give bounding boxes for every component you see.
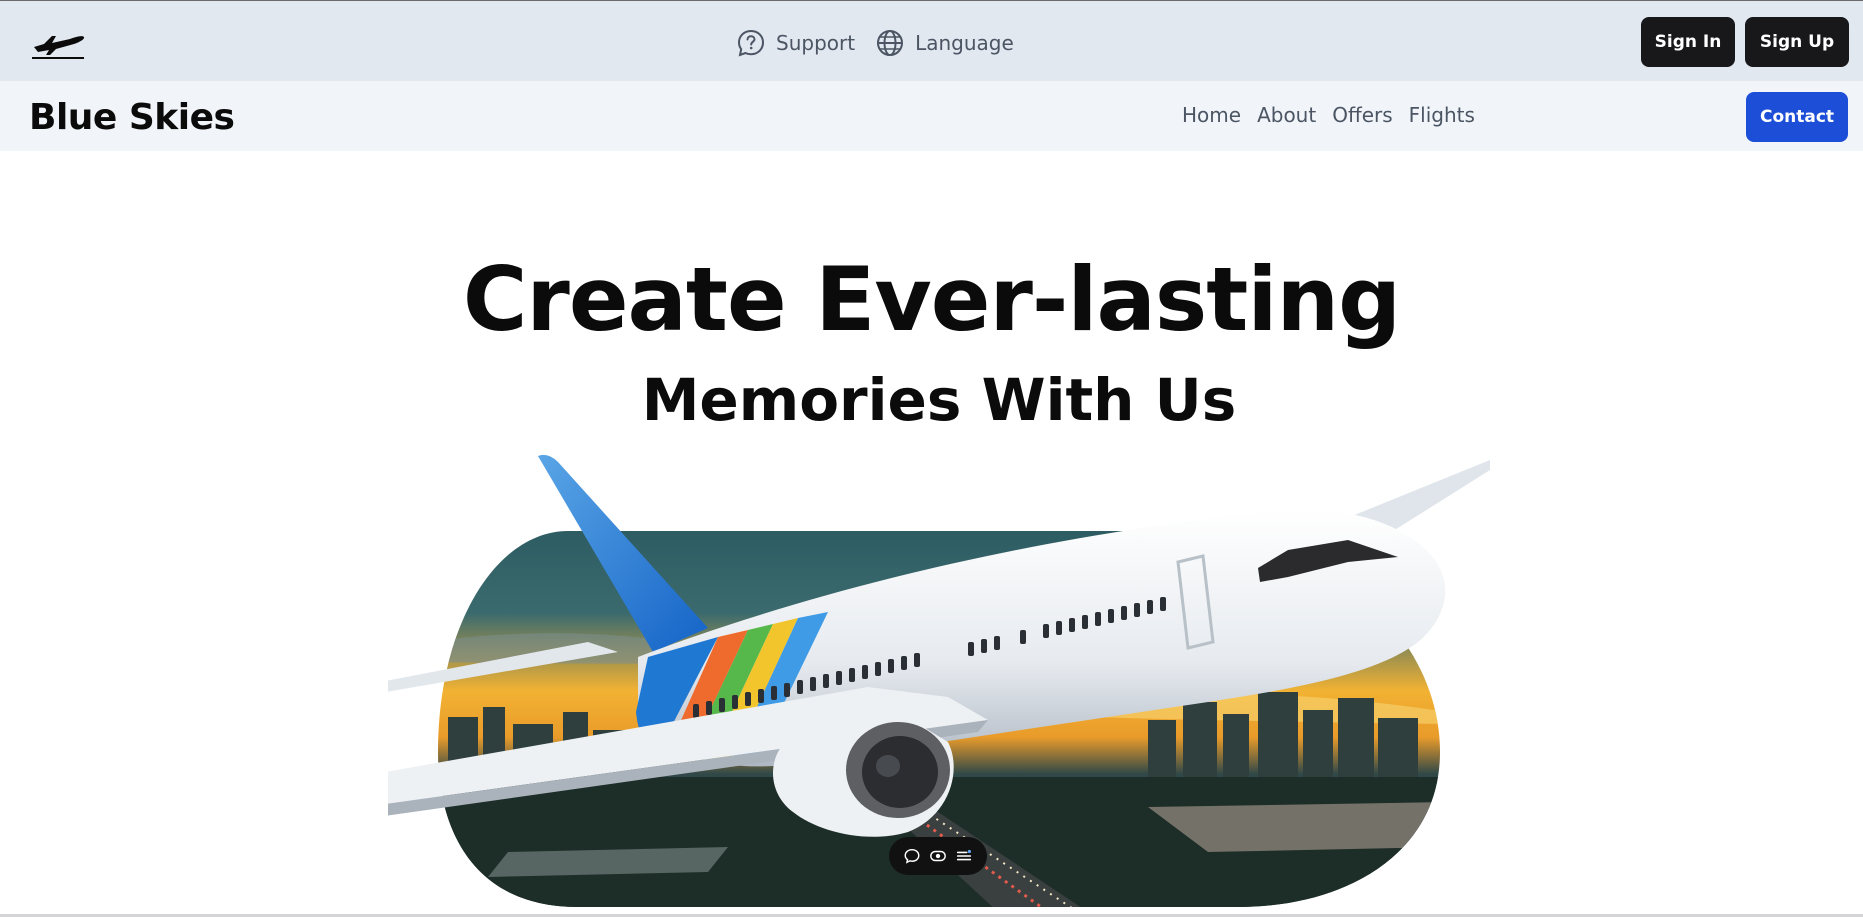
airplane-logo-icon[interactable] bbox=[30, 27, 86, 61]
nav-links: Home About Offers Flights bbox=[1182, 103, 1475, 127]
chat-icon[interactable] bbox=[902, 846, 922, 866]
nav-link-offers[interactable]: Offers bbox=[1332, 103, 1392, 127]
contact-button[interactable]: Contact bbox=[1746, 92, 1848, 142]
floating-toolbar bbox=[889, 837, 987, 875]
sign-in-button[interactable]: Sign In bbox=[1641, 17, 1735, 67]
main-navbar: Blue Skies Home About Offers Flights Con… bbox=[0, 81, 1863, 151]
nav-link-flights[interactable]: Flights bbox=[1409, 103, 1475, 127]
menu-icon[interactable] bbox=[954, 846, 974, 866]
support-label: Support bbox=[776, 31, 856, 55]
hero-title: Create Ever-lasting bbox=[462, 248, 1401, 351]
eye-icon[interactable] bbox=[928, 846, 948, 866]
hero-subtitle: Memories With Us bbox=[641, 366, 1237, 434]
support-link[interactable]: Support bbox=[736, 28, 855, 58]
nav-link-about[interactable]: About bbox=[1257, 103, 1316, 127]
globe-icon bbox=[877, 30, 904, 56]
question-bubble-icon bbox=[737, 29, 765, 57]
brand-name[interactable]: Blue Skies bbox=[29, 97, 235, 138]
nav-link-home[interactable]: Home bbox=[1182, 103, 1241, 127]
top-utility-bar: Support Language Sign In Sign Up bbox=[0, 0, 1863, 81]
language-link[interactable]: Language bbox=[875, 28, 1014, 58]
language-label: Language bbox=[915, 31, 1014, 55]
utility-links: Support Language bbox=[736, 25, 1014, 61]
sign-up-button[interactable]: Sign Up bbox=[1745, 17, 1849, 67]
